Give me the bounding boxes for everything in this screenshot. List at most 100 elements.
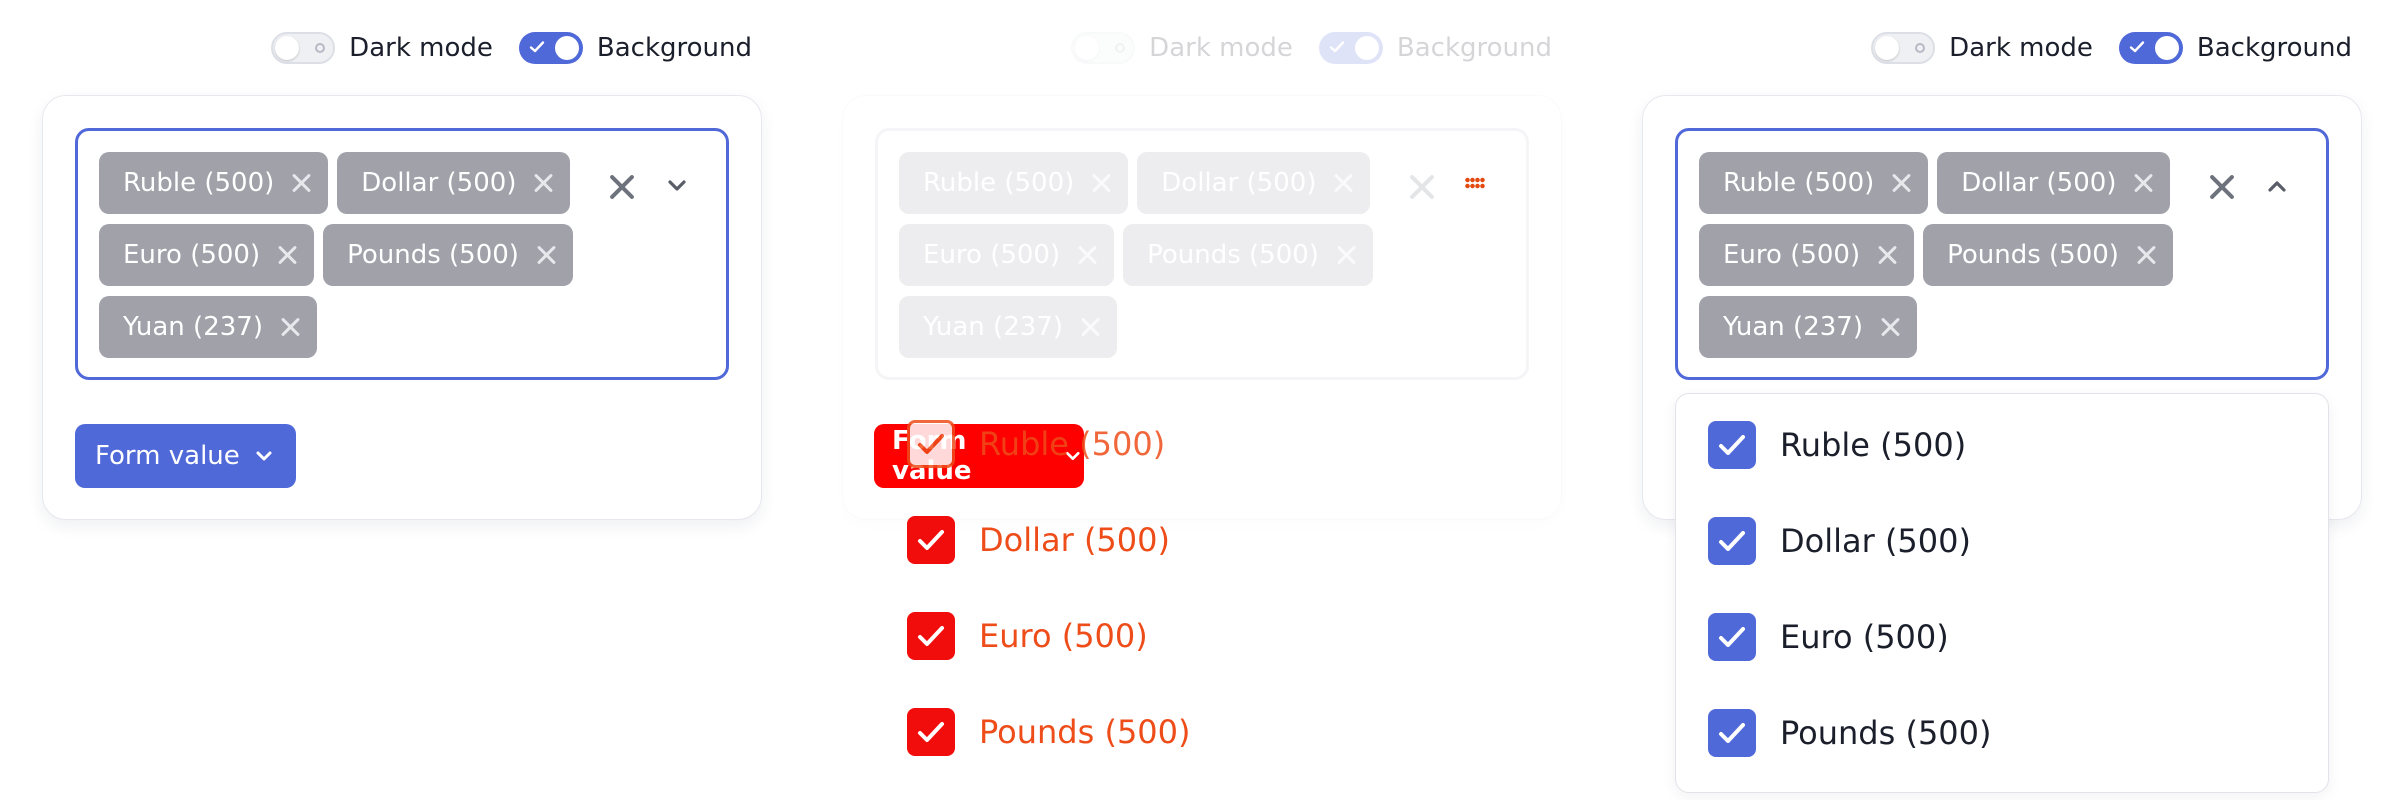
- remove-chip-icon[interactable]: [2132, 172, 2154, 194]
- multiselect-demo-closed: Dark mode Background Ruble (500) Dollar …: [0, 0, 800, 800]
- multiselect-field[interactable]: Ruble (500) Dollar (500) Euro (500) Poun…: [75, 128, 729, 380]
- checkmark-icon: [918, 626, 944, 646]
- dark-mode-switch[interactable]: [271, 32, 336, 64]
- dark-mode-switch[interactable]: [1071, 32, 1136, 64]
- settings-toggles: Dark mode Background: [1871, 32, 2352, 64]
- clear-all-icon[interactable]: [1408, 173, 1436, 201]
- checkbox[interactable]: [907, 612, 955, 660]
- option-label: Ruble (500): [979, 425, 1166, 463]
- checkmark-icon: [918, 434, 944, 454]
- remove-chip-icon[interactable]: [1876, 244, 1898, 266]
- checkbox[interactable]: [907, 516, 955, 564]
- chip-label: Ruble (500): [923, 168, 1075, 198]
- option-ruble[interactable]: Ruble (500): [907, 420, 1165, 468]
- remove-chip-icon[interactable]: [532, 172, 554, 194]
- multiselect-field[interactable]: Ruble (500) Dollar (500) Euro (500) Poun…: [1675, 128, 2329, 380]
- checkmark-icon: [1719, 435, 1745, 455]
- selected-chips: Ruble (500) Dollar (500) Euro (500) Poun…: [899, 152, 1399, 358]
- option-label: Pounds (500): [1780, 714, 1992, 752]
- grid-dots-icon: [1465, 177, 1485, 189]
- option-euro[interactable]: Euro (500): [907, 612, 1148, 660]
- dark-mode-switch[interactable]: [1871, 32, 1936, 64]
- remove-chip-icon[interactable]: [1076, 244, 1098, 266]
- clear-all-icon[interactable]: [608, 173, 636, 201]
- checkmark-icon: [2129, 41, 2145, 53]
- option-label: Dollar (500): [979, 521, 1170, 559]
- chip-label: Ruble (500): [123, 168, 275, 198]
- remove-chip-icon[interactable]: [1890, 172, 1912, 194]
- checkmark-icon: [529, 41, 545, 53]
- checkmark-icon: [918, 722, 944, 742]
- option-label: Euro (500): [979, 617, 1148, 655]
- remove-chip-icon[interactable]: [535, 244, 557, 266]
- checkbox[interactable]: [1708, 421, 1756, 469]
- checkbox[interactable]: [1708, 517, 1756, 565]
- chip-label: Yuan (237): [1723, 312, 1863, 342]
- background-switch[interactable]: [518, 32, 583, 64]
- chip-label: Euro (500): [123, 240, 261, 270]
- chip-pounds: Pounds (500): [323, 224, 573, 286]
- remove-chip-icon[interactable]: [1335, 244, 1357, 266]
- remove-chip-icon[interactable]: [276, 244, 298, 266]
- background-label: Background: [2196, 33, 2352, 63]
- checkmark-icon: [1719, 531, 1745, 551]
- chip-label: Ruble (500): [1723, 168, 1875, 198]
- chip-label: Dollar (500): [361, 168, 517, 198]
- background-switch[interactable]: [2118, 32, 2183, 64]
- option-pounds[interactable]: Pounds (500): [1708, 709, 1992, 757]
- background-label: Background: [1396, 33, 1552, 63]
- checkbox[interactable]: [907, 420, 955, 468]
- checkmark-icon: [1329, 41, 1345, 53]
- chip-euro: Euro (500): [99, 224, 315, 286]
- option-euro[interactable]: Euro (500): [1708, 613, 1949, 661]
- background-toggle[interactable]: Background: [518, 32, 752, 64]
- remove-chip-icon[interactable]: [1332, 172, 1354, 194]
- options-dropdown: Ruble (500) Dollar (500) Euro (500) Poun…: [1675, 393, 2329, 793]
- settings-toggles: Dark mode Background: [1071, 32, 1552, 64]
- chip-dollar: Dollar (500): [1137, 152, 1371, 214]
- chip-label: Pounds (500): [347, 240, 519, 270]
- dark-mode-toggle[interactable]: Dark mode: [1871, 32, 2093, 64]
- option-dollar[interactable]: Dollar (500): [907, 516, 1170, 564]
- dark-mode-toggle[interactable]: Dark mode: [271, 32, 493, 64]
- chip-label: Euro (500): [923, 240, 1061, 270]
- chip-label: Dollar (500): [1961, 168, 2117, 198]
- background-label: Background: [596, 33, 752, 63]
- dark-mode-label: Dark mode: [1949, 33, 2093, 63]
- background-switch[interactable]: [1318, 32, 1383, 64]
- remove-chip-icon[interactable]: [1090, 172, 1112, 194]
- remove-chip-icon[interactable]: [1079, 316, 1101, 338]
- remove-chip-icon[interactable]: [2135, 244, 2157, 266]
- chip-euro: Euro (500): [1699, 224, 1915, 286]
- chip-yuan: Yuan (237): [1699, 296, 1917, 358]
- dark-mode-label: Dark mode: [349, 33, 493, 63]
- clear-all-icon[interactable]: [2208, 173, 2236, 201]
- chip-label: Pounds (500): [1147, 240, 1319, 270]
- settings-toggles: Dark mode Background: [271, 32, 752, 64]
- option-pounds[interactable]: Pounds (500): [907, 708, 1191, 756]
- chevron-up-icon[interactable]: [2262, 171, 2292, 201]
- checkbox[interactable]: [1708, 613, 1756, 661]
- remove-chip-icon[interactable]: [1879, 316, 1901, 338]
- option-dollar[interactable]: Dollar (500): [1708, 517, 1971, 565]
- background-toggle[interactable]: Background: [1318, 32, 1552, 64]
- multiselect-field[interactable]: Ruble (500) Dollar (500) Euro (500) Poun…: [875, 128, 1529, 380]
- chip-dollar: Dollar (500): [337, 152, 571, 214]
- remove-chip-icon[interactable]: [290, 172, 312, 194]
- option-ruble[interactable]: Ruble (500): [1708, 421, 1966, 469]
- chip-label: Pounds (500): [1947, 240, 2119, 270]
- chip-label: Yuan (237): [123, 312, 263, 342]
- dark-mode-label: Dark mode: [1149, 33, 1293, 63]
- dark-mode-toggle[interactable]: Dark mode: [1071, 32, 1293, 64]
- multiselect-card: Ruble (500) Dollar (500) Euro (500) Poun…: [42, 95, 762, 520]
- checkbox[interactable]: [1708, 709, 1756, 757]
- checkbox[interactable]: [907, 708, 955, 756]
- chip-ruble: Ruble (500): [99, 152, 329, 214]
- form-value-button[interactable]: Form value: [75, 424, 296, 488]
- chevron-down-icon[interactable]: [662, 171, 692, 201]
- remove-chip-icon[interactable]: [279, 316, 301, 338]
- background-toggle[interactable]: Background: [2118, 32, 2352, 64]
- chip-ruble: Ruble (500): [899, 152, 1129, 214]
- chip-pounds: Pounds (500): [1923, 224, 2173, 286]
- form-value-label: Form value: [95, 441, 240, 471]
